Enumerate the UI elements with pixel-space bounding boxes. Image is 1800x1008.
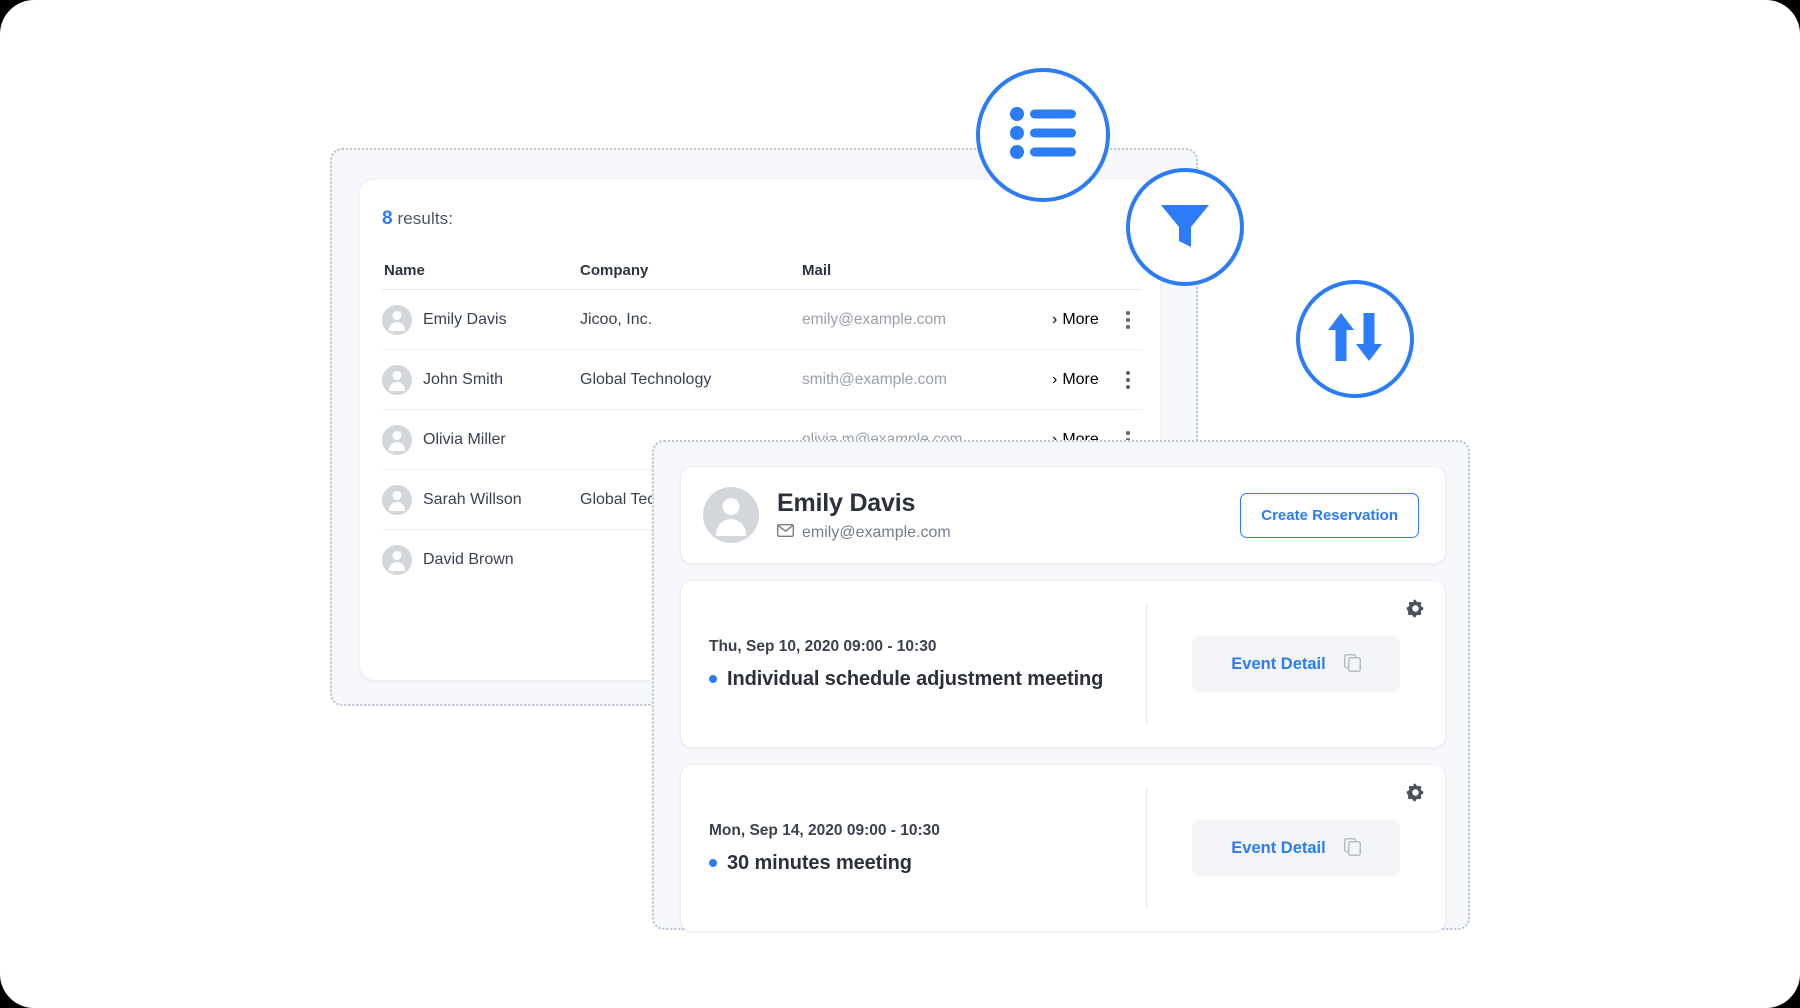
copy-icon [1343, 653, 1361, 675]
column-header-mail: Mail [802, 262, 832, 279]
chevron-right-icon: › [1052, 310, 1058, 328]
event-detail-button[interactable]: Event Detail [1192, 636, 1400, 692]
event-detail-label: Event Detail [1231, 654, 1326, 673]
cell-name: David Brown [382, 545, 580, 575]
person-mail: smith@example.com [802, 370, 947, 388]
event-status-dot-icon [709, 675, 717, 683]
chevron-right-icon: › [1052, 370, 1058, 388]
column-header-name: Name [384, 262, 425, 279]
table-header-row: Name Company Mail [382, 252, 1142, 290]
avatar [382, 424, 412, 455]
table-row[interactable]: John Smith Global Technology smith@examp… [382, 350, 1142, 410]
event-title: Individual schedule adjustment meeting [727, 667, 1104, 690]
event-title-row: 30 minutes meeting [709, 852, 1118, 875]
person-name: Emily Davis [423, 310, 507, 328]
more-button[interactable]: › More [1052, 371, 1114, 389]
event-detail-button[interactable]: Event Detail [1192, 820, 1400, 876]
person-company: Jicoo, Inc. [580, 310, 653, 328]
mail-icon [776, 523, 795, 542]
cell-name: Olivia Miller [382, 424, 580, 455]
person-name: John Smith [423, 370, 504, 388]
more-button[interactable]: › More [1052, 311, 1114, 329]
results-count: 8 [382, 208, 393, 229]
event-date: Thu, Sep 10, 2020 09:00 - 10:30 [709, 637, 937, 655]
event-card: Thu, Sep 10, 2020 09:00 - 10:30 Individu… [680, 580, 1446, 748]
profile-name: Emily Davis [777, 488, 916, 517]
column-header-company: Company [580, 262, 649, 279]
event-card: Mon, Sep 14, 2020 09:00 - 10:30 30 minut… [680, 764, 1446, 932]
avatar [382, 545, 412, 575]
filter-fab[interactable] [1126, 168, 1244, 286]
cell-name: Sarah Willson [382, 484, 580, 515]
results-count-suffix: results: [392, 209, 454, 228]
event-date: Mon, Sep 14, 2020 09:00 - 10:30 [709, 821, 940, 839]
sort-icon [1325, 309, 1385, 370]
create-reservation-button[interactable]: Create Reservation [1240, 492, 1419, 538]
person-mail: emily@example.com [802, 310, 947, 328]
person-name: Sarah Willson [423, 490, 522, 508]
event-status-dot-icon [709, 859, 717, 867]
event-body: Thu, Sep 10, 2020 09:00 - 10:30 Individu… [681, 603, 1445, 725]
profile-card: Emily Davis emily@example.com Create Res… [680, 466, 1446, 564]
sort-fab[interactable] [1296, 280, 1414, 398]
cell-name: Emily Davis [382, 304, 580, 335]
results-count-line: 8 results: [382, 208, 453, 230]
list-icon [1010, 106, 1076, 164]
event-actions: Event Detail [1147, 603, 1445, 725]
event-detail-label: Event Detail [1231, 838, 1326, 857]
more-label: More [1062, 310, 1099, 328]
event-actions: Event Detail [1147, 787, 1445, 909]
list-view-fab[interactable] [976, 68, 1110, 202]
profile-mail: emily@example.com [802, 523, 951, 541]
table-row[interactable]: Emily Davis Jicoo, Inc. emily@example.co… [382, 290, 1142, 350]
detail-frame: Emily Davis emily@example.com Create Res… [652, 440, 1470, 932]
event-body: Mon, Sep 14, 2020 09:00 - 10:30 30 minut… [681, 787, 1445, 909]
person-company: Global Technology [580, 370, 712, 388]
event-title: 30 minutes meeting [727, 851, 912, 874]
detail-content: Emily Davis emily@example.com Create Res… [680, 466, 1446, 932]
profile-text: Emily Davis emily@example.com [776, 488, 1240, 542]
avatar [703, 487, 759, 543]
profile-mail-row: emily@example.com [776, 523, 1240, 542]
event-info: Mon, Sep 14, 2020 09:00 - 10:30 30 minut… [681, 787, 1147, 909]
page-root: 8 results: Name Company Mail Emily Davis… [0, 0, 1800, 1008]
kebab-menu-icon [1126, 370, 1130, 389]
avatar [382, 364, 412, 395]
more-label: More [1062, 370, 1099, 388]
person-name: David Brown [423, 551, 514, 568]
row-menu-button[interactable] [1114, 310, 1142, 329]
cell-name: John Smith [382, 364, 580, 395]
row-menu-button[interactable] [1114, 370, 1142, 389]
event-info: Thu, Sep 10, 2020 09:00 - 10:30 Individu… [681, 603, 1147, 725]
avatar [382, 484, 412, 515]
filter-icon [1157, 197, 1213, 258]
kebab-menu-icon [1126, 310, 1130, 329]
person-name: Olivia Miller [423, 430, 506, 448]
copy-icon [1343, 837, 1361, 859]
avatar [382, 304, 412, 335]
event-title-row: Individual schedule adjustment meeting [709, 668, 1118, 691]
